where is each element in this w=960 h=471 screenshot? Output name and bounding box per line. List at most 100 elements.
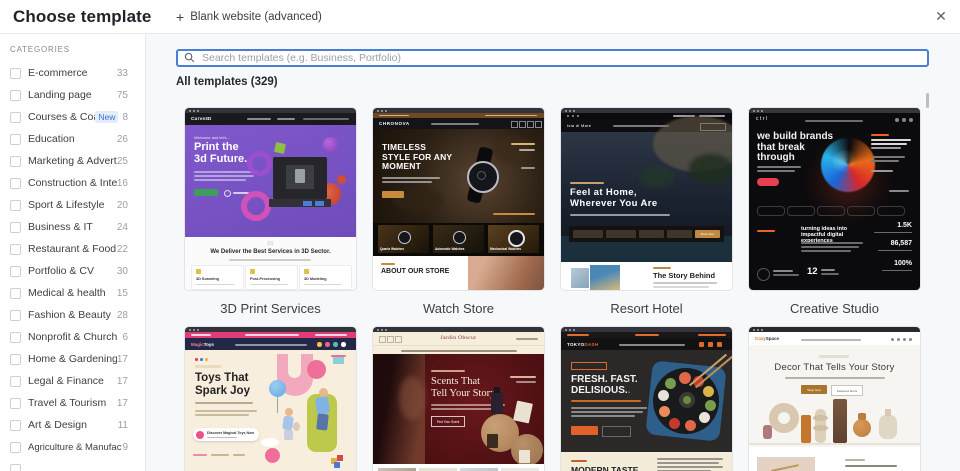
template-title: Resort Hotel	[610, 301, 683, 316]
sidebar-item-partial[interactable]	[0, 458, 145, 471]
thumb-cta-button	[382, 191, 404, 198]
thumb-section	[749, 447, 920, 471]
thumb-stat: 100%	[894, 260, 912, 267]
search-bar	[176, 48, 929, 67]
thumb-cta-button	[757, 178, 779, 186]
thumb-booking-bar: Book Now	[569, 226, 724, 242]
template-thumbnail: Jardin Obscur Scents That Tell Your Story…	[372, 326, 545, 471]
checkbox[interactable]	[10, 155, 21, 167]
categories-heading: CATEGORIES	[10, 45, 70, 54]
search-icon	[184, 52, 195, 63]
template-thumbnail: Isla di Mare Feel at Home, Wherever You A…	[560, 107, 733, 291]
checkbox[interactable]	[10, 419, 21, 431]
thumb-hero: TIMELESS STYLE FOR ANY MOMENT	[373, 129, 544, 223]
thumb-section: ABOUT OUR STORE	[373, 256, 544, 290]
sidebar-item-landing-page[interactable]: Landing page 75	[0, 84, 145, 106]
close-icon[interactable]: ✕	[932, 7, 950, 25]
sidebar-item-agriculture-manufacturing[interactable]: Agriculture & Manufacturing9	[0, 436, 145, 458]
checkbox[interactable]	[10, 441, 21, 453]
checkbox[interactable]	[10, 375, 21, 387]
dialog-header: Choose template + Blank website (advance…	[0, 0, 960, 34]
sidebar-item-marketing-advertising[interactable]: Marketing & Advertising25	[0, 150, 145, 172]
thumb-brand: ctrl	[756, 116, 769, 122]
thumb-cta-button	[194, 189, 218, 196]
checkbox[interactable]	[10, 331, 21, 343]
template-title: Creative Studio	[790, 301, 879, 316]
checkbox[interactable]	[10, 243, 21, 255]
blank-website-button[interactable]: + Blank website (advanced)	[176, 0, 322, 33]
checkbox[interactable]	[10, 111, 21, 123]
thumb-bottom-strip	[373, 464, 544, 471]
template-card-decor[interactable]: CozySpace Decor That Tells Your Story Sh…	[748, 326, 921, 471]
checkbox[interactable]	[10, 265, 21, 277]
template-thumbnail: CozySpace Decor That Tells Your Story Sh…	[748, 326, 921, 471]
checkbox[interactable]	[10, 67, 21, 79]
sidebar-item-fashion-beauty[interactable]: Fashion & Beauty 28	[0, 304, 145, 326]
sidebar-item-education[interactable]: Education 26	[0, 128, 145, 150]
template-title: 3D Print Services	[220, 301, 321, 316]
thumb-brand: Isla di Mare	[567, 123, 592, 128]
sidebar-item-business-it[interactable]: Business & IT 24	[0, 216, 145, 238]
template-card-perfume[interactable]: Jardin Obscur Scents That Tell Your Story…	[372, 326, 545, 471]
template-thumbnail: ctrl we build brands that break through	[748, 107, 921, 291]
template-card-3d-print-services[interactable]: Curve3D Welcome and let's... Print the 3d…	[184, 107, 357, 326]
sidebar-item-restaurant-food[interactable]: Restaurant & Food 22	[0, 238, 145, 260]
thumb-hero: Decor That Tells Your Story Shop Now Fea…	[749, 345, 920, 447]
checkbox[interactable]	[10, 221, 21, 233]
checkbox[interactable]	[10, 463, 21, 471]
template-thumbnail: MagicToys Toys That Spark Joy Discover M…	[184, 326, 357, 471]
sidebar-item-construction-interior[interactable]: Construction & Interior16	[0, 172, 145, 194]
thumb-hero: Scents That Tell Your Story Find Your Sce…	[373, 354, 544, 466]
template-card-creative-studio[interactable]: ctrl we build brands that break through	[748, 107, 921, 326]
template-thumbnail: CHRONOVA TIMELESS STYLE FOR ANY MOMENT Q…	[372, 107, 545, 291]
thumb-brand: CHRONOVA	[379, 121, 410, 126]
thumb-section: MODERN TASTE	[561, 452, 732, 471]
sidebar-item-legal-finance[interactable]: Legal & Finance 17	[0, 370, 145, 392]
sidebar-item-art-design[interactable]: Art & Design 11	[0, 414, 145, 436]
checkbox[interactable]	[10, 89, 21, 101]
template-title: Watch Store	[422, 301, 495, 316]
sidebar-item-e-commerce[interactable]: E-commerce 33	[0, 62, 145, 84]
blank-website-label: Blank website (advanced)	[190, 10, 322, 23]
thumb-cta-button: Find Your Scent	[431, 416, 465, 427]
search-input[interactable]	[176, 49, 929, 67]
categories-sidebar: CATEGORIES E-commerce 33 Landing page 75 C…	[0, 34, 146, 471]
thumb-hero-heading: we build brands that break through	[757, 131, 834, 163]
thumb-3d-printer	[273, 157, 327, 199]
sidebar-item-medical-health[interactable]: Medical & health 15	[0, 282, 145, 304]
thumb-orange-dot: .	[627, 385, 631, 396]
thumb-cta-button: Shop Now	[801, 385, 827, 394]
checkbox[interactable]	[10, 309, 21, 321]
checkbox[interactable]	[10, 353, 21, 365]
plus-icon: +	[176, 8, 185, 25]
all-templates-label: All templates (329)	[176, 76, 278, 88]
thumb-stat: 86,587	[890, 240, 912, 247]
templates-main-area: All templates (329) Curve3D Welcome and …	[146, 34, 960, 471]
checkbox[interactable]	[10, 133, 21, 145]
template-card-toys[interactable]: MagicToys Toys That Spark Joy Discover M…	[184, 326, 357, 471]
thumb-secondary-button: Featured Items	[831, 385, 863, 396]
thumb-stat: 1.5K	[897, 222, 912, 229]
thumb-book-now-button: Book Now	[695, 230, 720, 238]
thumb-cta-button: Discover Magical Toys Now	[193, 428, 259, 441]
checkbox[interactable]	[10, 287, 21, 299]
sidebar-item-travel-tourism[interactable]: Travel & Tourism 17	[0, 392, 145, 414]
checkbox[interactable]	[10, 397, 21, 409]
page-title: Choose template	[13, 6, 152, 26]
thumb-hero: Toys That Spark Joy Discover Magical Toys…	[185, 350, 356, 471]
thumb-section: 01 We Deliver the Best Services in 3D Se…	[185, 237, 356, 290]
checkbox[interactable]	[10, 199, 21, 211]
sidebar-item-portfolio-cv[interactable]: Portfolio & CV 30	[0, 260, 145, 282]
sidebar-item-sport-lifestyle[interactable]: Sport & Lifestyle 20	[0, 194, 145, 216]
vertical-scrollbar-thumb[interactable]	[926, 93, 929, 108]
sidebar-item-courses-coaching[interactable]: Courses & CoachingNew8	[0, 106, 145, 128]
thumb-cta-button	[571, 426, 598, 435]
template-card-watch-store[interactable]: CHRONOVA TIMELESS STYLE FOR ANY MOMENT Q…	[372, 107, 545, 326]
template-card-sushi[interactable]: TOKYODASH FRESH. FAST. DELISIOUS.. MODER…	[560, 326, 733, 471]
sidebar-item-home-gardening[interactable]: Home & Gardening 17	[0, 348, 145, 370]
sidebar-item-nonprofit-church[interactable]: Nonprofit & Church 6	[0, 326, 145, 348]
checkbox[interactable]	[10, 177, 21, 189]
template-card-resort-hotel[interactable]: Isla di Mare Feel at Home, Wherever You A…	[560, 107, 733, 326]
thumb-brand: Curve3D	[191, 116, 212, 121]
template-thumbnail: TOKYODASH FRESH. FAST. DELISIOUS.. MODER…	[560, 326, 733, 471]
